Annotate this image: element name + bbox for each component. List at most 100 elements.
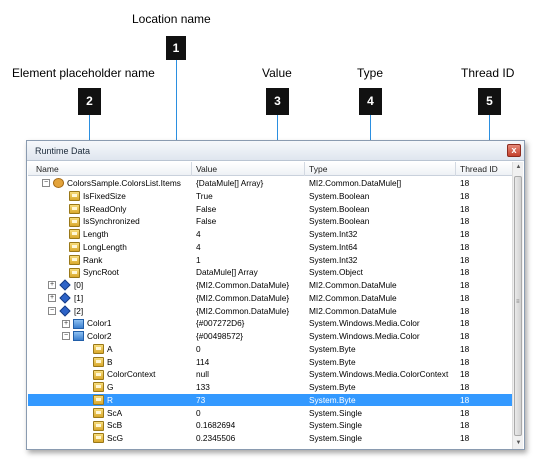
tree-row[interactable]: SyncRoot DataMule[] Array System.Object 18: [28, 266, 513, 279]
tree-row-name-cell: B: [93, 356, 113, 369]
callout-type-label: Type: [357, 66, 384, 80]
tree-row-name: [2]: [74, 305, 84, 316]
callout-1-badge: 1: [166, 36, 186, 60]
scroll-down-icon[interactable]: ▼: [513, 438, 524, 449]
collapse-icon[interactable]: −: [48, 306, 56, 315]
tree-row-thread-id: 18: [460, 203, 470, 214]
tree-row-thread-id: 18: [460, 292, 470, 303]
tree-row[interactable]: A 0 System.Byte 18: [28, 343, 513, 356]
vertical-scrollbar[interactable]: ▲ ≡ ▼: [512, 162, 523, 449]
tree-row[interactable]: − [2] {MI2.Common.DataMule} MI2.Common.Data…: [28, 305, 513, 318]
tree-row[interactable]: − ColorsSample.ColorsList.Items {DataMule[…: [28, 177, 513, 190]
tree-row-value: 114: [196, 356, 210, 367]
tree-row-value: {MI2.Common.DataMule}: [196, 280, 290, 290]
tree-row-type: System.Single: [309, 433, 363, 443]
tree-row-name-cell: ScB: [93, 419, 122, 432]
tree-row-type: System.Byte: [309, 394, 356, 405]
tree-row-value: {DataMule[] Array}: [196, 178, 264, 188]
collapse-icon[interactable]: −: [62, 332, 70, 341]
tree-row[interactable]: ScG 0.2345506 System.Single 18: [28, 432, 513, 445]
tree-row[interactable]: R 73 System.Byte 18: [28, 393, 513, 407]
tree-row-thread-id: 18: [460, 356, 470, 367]
tree-row-thread-id: 18: [460, 407, 470, 418]
column-header-type[interactable]: Type: [305, 162, 456, 176]
property-icon: [93, 407, 104, 418]
tree-row[interactable]: + Color1 {#007272D6} System.Windows.Media.C…: [28, 317, 513, 330]
window-title: Runtime Data: [35, 146, 91, 156]
tree-row-type: System.Boolean: [309, 203, 370, 214]
tree-row[interactable]: IsFixedSize True System.Boolean 18: [28, 190, 513, 203]
tree-row[interactable]: IsReadOnly False System.Boolean 18: [28, 203, 513, 216]
property-icon: [69, 191, 80, 202]
column-header-name[interactable]: Name: [28, 162, 192, 176]
property-icon: [93, 395, 104, 406]
tree-row-name-cell: IsReadOnly: [69, 203, 126, 216]
tree-row-name-cell: LongLength: [69, 241, 127, 254]
tree-row-type: System.Boolean: [309, 216, 370, 227]
tree-row-thread-id: 18: [460, 190, 470, 201]
tree-row-value: DataMule[] Array: [196, 267, 258, 278]
tree-row-name-cell: − Color2: [62, 330, 111, 343]
tree-row[interactable]: G 133 System.Byte 18: [28, 381, 513, 394]
tree-row-name-cell: + [1]: [48, 292, 83, 305]
tree-row-value: 1: [196, 254, 201, 265]
property-icon: [93, 344, 104, 355]
tree-row-name: ColorsSample.ColorsList.Items: [67, 178, 181, 188]
close-button[interactable]: x: [507, 144, 521, 157]
tree-row-name: LongLength: [83, 241, 127, 252]
tree-row-name: ScG: [107, 433, 124, 443]
tree-row[interactable]: ScB 0.1682694 System.Single 18: [28, 419, 513, 432]
tree-row-value: True: [196, 190, 213, 201]
tree-row-thread-id: 18: [460, 305, 470, 316]
expand-icon[interactable]: +: [62, 319, 70, 328]
tree-row-name: Color2: [87, 331, 112, 341]
tree-row[interactable]: − Color2 {#00498572} System.Windows.Media.C…: [28, 330, 513, 343]
tree-row-thread-id: 18: [460, 343, 470, 354]
tree-row[interactable]: B 114 System.Byte 18: [28, 356, 513, 369]
tree-row[interactable]: Length 4 System.Int32 18: [28, 228, 513, 241]
tree-row[interactable]: Rank 1 System.Int32 18: [28, 254, 513, 267]
tree-row-name-cell: ScG: [93, 432, 123, 445]
tree-row-name-cell: SyncRoot: [69, 266, 119, 279]
tree-row-thread-id: 18: [460, 216, 470, 227]
tree-row[interactable]: LongLength 4 System.Int64 18: [28, 241, 513, 254]
property-icon: [69, 254, 80, 265]
tree-row[interactable]: ColorContext null System.Windows.Media.Col…: [28, 368, 513, 381]
tree-row-name-cell: G: [93, 381, 113, 394]
tree-row-name-cell: R: [93, 394, 113, 407]
tree-row-name: A: [107, 343, 113, 354]
tree-row-name: B: [107, 356, 113, 367]
tree-row-name: ColorContext: [107, 369, 156, 380]
tree-row-name-cell: Length: [69, 228, 108, 241]
tree-row-value: 0: [196, 343, 201, 354]
tree-row-name-cell: ColorContext: [93, 368, 155, 381]
tree-row-type: System.Byte: [309, 343, 356, 354]
struct-icon: [73, 331, 84, 342]
tree-row-value: {MI2.Common.DataMule}: [196, 305, 290, 316]
tree-row-type: System.Int32: [309, 254, 358, 265]
tree-row-value: 73: [196, 394, 206, 405]
expand-icon[interactable]: +: [48, 281, 56, 290]
expand-icon[interactable]: +: [48, 294, 56, 303]
collapse-icon[interactable]: −: [42, 179, 50, 188]
tree-row-type: System.Boolean: [309, 190, 370, 201]
tree-row-type: System.Windows.Media.Color: [309, 331, 420, 341]
tree-row[interactable]: + [1] {MI2.Common.DataMule} MI2.Common.Data…: [28, 292, 513, 305]
tree-row-name: R: [107, 394, 113, 405]
tree-row-type: MI2.Common.DataMule: [309, 292, 397, 303]
window-titlebar: Runtime Data x: [27, 141, 524, 161]
scroll-thumb[interactable]: ≡: [514, 176, 522, 436]
property-icon: [93, 369, 104, 380]
property-icon: [93, 382, 104, 393]
tree-row-value: 4: [196, 241, 201, 252]
column-header-value[interactable]: Value: [192, 162, 305, 176]
tree-row-value: False: [196, 203, 217, 214]
tree-row-thread-id: 18: [460, 318, 470, 329]
tree-row[interactable]: IsSynchronized False System.Boolean 18: [28, 215, 513, 228]
scroll-up-icon[interactable]: ▲: [513, 162, 524, 173]
column-header-thread-id[interactable]: Thread ID: [456, 162, 513, 176]
tree-row[interactable]: ScA 0 System.Single 18: [28, 407, 513, 420]
property-icon: [93, 356, 104, 367]
tree-row[interactable]: + [0] {MI2.Common.DataMule} MI2.Common.Data…: [28, 279, 513, 292]
root-collection-icon: [53, 178, 64, 189]
